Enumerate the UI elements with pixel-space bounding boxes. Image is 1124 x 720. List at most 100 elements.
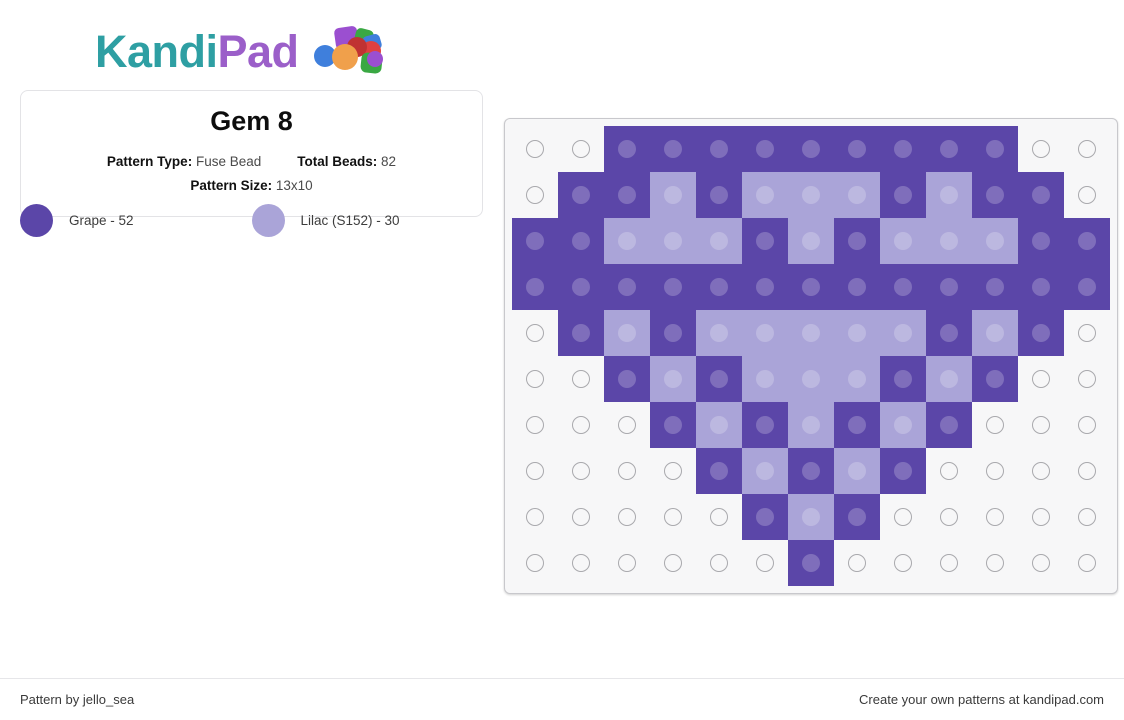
bead-cell[interactable] [834,494,880,540]
empty-cell[interactable] [1018,402,1064,448]
bead-cell[interactable] [926,356,972,402]
empty-cell[interactable] [1064,402,1110,448]
empty-cell[interactable] [1064,126,1110,172]
empty-cell[interactable] [1064,172,1110,218]
bead-cell[interactable] [834,218,880,264]
site-logo[interactable]: KandiPad [95,20,383,82]
bead-cell[interactable] [742,448,788,494]
bead-cell[interactable] [742,310,788,356]
bead-cell[interactable] [926,172,972,218]
bead-cell[interactable] [788,264,834,310]
empty-cell[interactable] [880,540,926,586]
bead-cell[interactable] [1018,310,1064,356]
empty-cell[interactable] [512,356,558,402]
bead-cell[interactable] [742,264,788,310]
bead-cell[interactable] [650,310,696,356]
empty-cell[interactable] [558,494,604,540]
bead-cell[interactable] [972,264,1018,310]
bead-cell[interactable] [604,172,650,218]
empty-cell[interactable] [972,494,1018,540]
empty-cell[interactable] [650,494,696,540]
empty-cell[interactable] [972,402,1018,448]
empty-cell[interactable] [650,448,696,494]
empty-cell[interactable] [1018,356,1064,402]
empty-cell[interactable] [926,448,972,494]
bead-cell[interactable] [558,264,604,310]
bead-cell[interactable] [834,310,880,356]
empty-cell[interactable] [512,494,558,540]
bead-cell[interactable] [650,218,696,264]
bead-cell[interactable] [880,402,926,448]
bead-cell[interactable] [1018,218,1064,264]
empty-cell[interactable] [512,310,558,356]
bead-cell[interactable] [926,310,972,356]
bead-cell[interactable] [880,172,926,218]
bead-cell[interactable] [788,126,834,172]
bead-cell[interactable] [834,172,880,218]
empty-cell[interactable] [1064,494,1110,540]
bead-cell[interactable] [880,310,926,356]
bead-cell[interactable] [604,310,650,356]
empty-cell[interactable] [926,540,972,586]
empty-cell[interactable] [742,540,788,586]
bead-cell[interactable] [834,402,880,448]
bead-cell[interactable] [696,264,742,310]
bead-cell[interactable] [1064,264,1110,310]
empty-cell[interactable] [834,540,880,586]
bead-cell[interactable] [972,218,1018,264]
empty-cell[interactable] [558,402,604,448]
bead-cell[interactable] [880,448,926,494]
bead-cell[interactable] [788,356,834,402]
bead-cell[interactable] [650,126,696,172]
empty-cell[interactable] [880,494,926,540]
bead-cell[interactable] [650,172,696,218]
empty-cell[interactable] [1018,540,1064,586]
bead-cell[interactable] [972,310,1018,356]
empty-cell[interactable] [1018,126,1064,172]
empty-cell[interactable] [512,172,558,218]
empty-cell[interactable] [512,448,558,494]
bead-cell[interactable] [926,402,972,448]
empty-cell[interactable] [604,448,650,494]
bead-cell[interactable] [834,356,880,402]
bead-cell[interactable] [650,356,696,402]
empty-cell[interactable] [696,494,742,540]
bead-cell[interactable] [604,126,650,172]
empty-cell[interactable] [604,540,650,586]
empty-cell[interactable] [1064,310,1110,356]
bead-cell[interactable] [1018,264,1064,310]
empty-cell[interactable] [972,448,1018,494]
bead-cell[interactable] [696,402,742,448]
bead-cell[interactable] [880,264,926,310]
empty-cell[interactable] [558,540,604,586]
bead-cell[interactable] [558,310,604,356]
bead-cell[interactable] [788,540,834,586]
empty-cell[interactable] [1064,448,1110,494]
bead-cell[interactable] [880,356,926,402]
empty-cell[interactable] [512,402,558,448]
bead-cell[interactable] [926,218,972,264]
bead-cell[interactable] [696,218,742,264]
bead-cell[interactable] [650,264,696,310]
empty-cell[interactable] [926,494,972,540]
bead-cell[interactable] [604,218,650,264]
bead-cell[interactable] [834,264,880,310]
empty-cell[interactable] [512,540,558,586]
bead-cell[interactable] [788,172,834,218]
bead-cell[interactable] [788,494,834,540]
empty-cell[interactable] [1018,448,1064,494]
empty-cell[interactable] [558,356,604,402]
empty-cell[interactable] [604,402,650,448]
bead-cell[interactable] [788,218,834,264]
bead-cell[interactable] [604,356,650,402]
bead-cell[interactable] [788,402,834,448]
empty-cell[interactable] [512,126,558,172]
bead-cell[interactable] [742,356,788,402]
bead-cell[interactable] [972,126,1018,172]
bead-cell[interactable] [1064,218,1110,264]
bead-cell[interactable] [604,264,650,310]
bead-cell[interactable] [696,172,742,218]
bead-cell[interactable] [512,264,558,310]
bead-cell[interactable] [558,172,604,218]
bead-cell[interactable] [1018,172,1064,218]
